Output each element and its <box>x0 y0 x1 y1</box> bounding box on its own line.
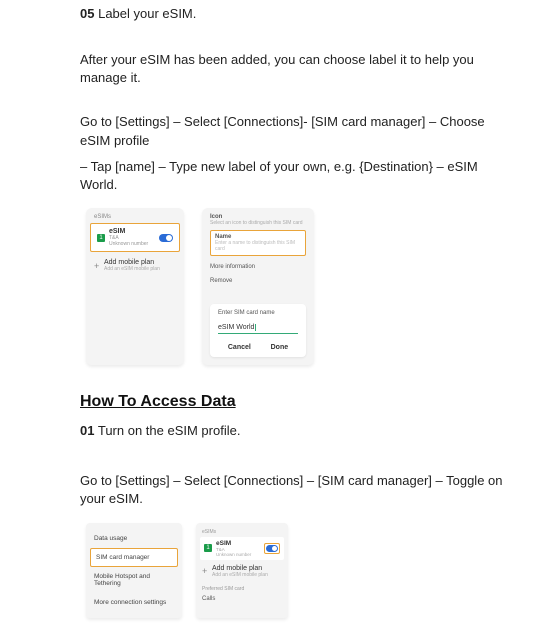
plus-icon: + <box>94 261 104 271</box>
mock-esim-detail-card: Icon Select an icon to distinguish this … <box>202 208 314 365</box>
screenshot-group-label-esim: eSIMs 1 eSIM T&A Unknown number + Add mo… <box>86 208 509 365</box>
step-number: 01 <box>80 423 94 438</box>
add-mobile-plan-row[interactable]: + Add mobile plan Add an eSIM mobile pla… <box>196 560 288 580</box>
add-plan-title: Add mobile plan <box>212 565 268 572</box>
sim-name-input[interactable]: eSIM World <box>218 324 298 334</box>
sim-name-value-typed: World <box>236 324 256 331</box>
esim-list-item[interactable]: 1 eSIM T&A Unknown number <box>90 223 180 252</box>
done-button[interactable]: Done <box>271 344 289 351</box>
name-row[interactable]: Name Enter a name to distinguish this SI… <box>210 230 306 256</box>
row-sim-card-manager[interactable]: SIM card manager <box>90 548 178 567</box>
enter-sim-name-dialog: Enter SIM card name eSIM World Cancel Do… <box>210 304 306 357</box>
heading-how-to-access-data: How To Access Data <box>80 393 509 411</box>
esim-toggle[interactable] <box>159 234 173 242</box>
sim-badge-icon: 1 <box>97 234 105 242</box>
more-information-row[interactable]: More information <box>210 264 306 270</box>
screenshot-group-access-data: Data usage SIM card manager Mobile Hotsp… <box>86 523 509 618</box>
preferred-sim-label: Preferred SIM card <box>196 580 288 593</box>
row-hotspot-tethering[interactable]: Mobile Hotspot and Tethering <box>86 567 182 593</box>
cancel-button[interactable]: Cancel <box>228 344 251 351</box>
paragraph-goto-2: Go to [Settings] – Select [Connections] … <box>80 472 509 508</box>
plus-icon: + <box>202 566 212 576</box>
icon-sub: Select an icon to distinguish this SIM c… <box>210 220 306 226</box>
esim-sub2: Unknown number <box>216 552 251 557</box>
step-number: 05 <box>80 6 94 21</box>
dialog-caption: Enter SIM card name <box>218 310 298 316</box>
step-text: Label your eSIM. <box>98 6 196 21</box>
esim-title: eSIM <box>216 540 251 547</box>
step-01: 01 Turn on the eSIM profile. <box>80 423 509 438</box>
document-body: 05 Label your eSIM. After your eSIM has … <box>0 6 549 618</box>
mock-sim-manager-card: eSIMs 1 eSIM T&A Unknown number + Add mo… <box>86 208 184 365</box>
sim-name-value-prefix: eSIM <box>218 324 236 331</box>
add-plan-title: Add mobile plan <box>104 259 160 266</box>
esim-list-item[interactable]: 1 eSIM T&A Unknown number <box>200 537 284 560</box>
mock-sim-manager-toggle-card: eSIMs 1 eSIM T&A Unknown number + Add <box>196 523 288 618</box>
mock-connections-card: Data usage SIM card manager Mobile Hotsp… <box>86 523 182 618</box>
step-05: 05 Label your eSIM. <box>80 6 509 21</box>
remove-row[interactable]: Remove <box>210 278 306 284</box>
add-mobile-plan-row[interactable]: + Add mobile plan Add an eSIM mobile pla… <box>86 252 184 272</box>
row-data-usage[interactable]: Data usage <box>86 529 182 548</box>
esim-toggle[interactable] <box>266 545 278 552</box>
paragraph-goto-1: Go to [Settings] – Select [Connections]-… <box>80 113 509 149</box>
row-calls[interactable]: Calls <box>196 593 288 605</box>
add-plan-sub: Add an eSIM mobile plan <box>104 266 160 272</box>
esims-section-label: eSIMs <box>196 527 288 537</box>
toggle-highlight <box>264 543 280 554</box>
esims-section-label: eSIMs <box>86 214 184 223</box>
name-sub: Enter a name to distinguish this SIM car… <box>215 240 301 252</box>
add-plan-sub: Add an eSIM mobile plan <box>212 572 268 578</box>
step-text: Turn on the eSIM profile. <box>98 423 241 438</box>
esim-sub2: Unknown number <box>109 241 148 247</box>
sim-badge-icon: 1 <box>204 544 212 552</box>
paragraph-after-added: After your eSIM has been added, you can … <box>80 51 509 87</box>
paragraph-tap: – Tap [name] – Type new label of your ow… <box>80 158 509 194</box>
esim-title: eSIM <box>109 228 148 235</box>
row-more-connection-settings[interactable]: More connection settings <box>86 593 182 612</box>
icon-row[interactable]: Icon Select an icon to distinguish this … <box>210 214 306 226</box>
